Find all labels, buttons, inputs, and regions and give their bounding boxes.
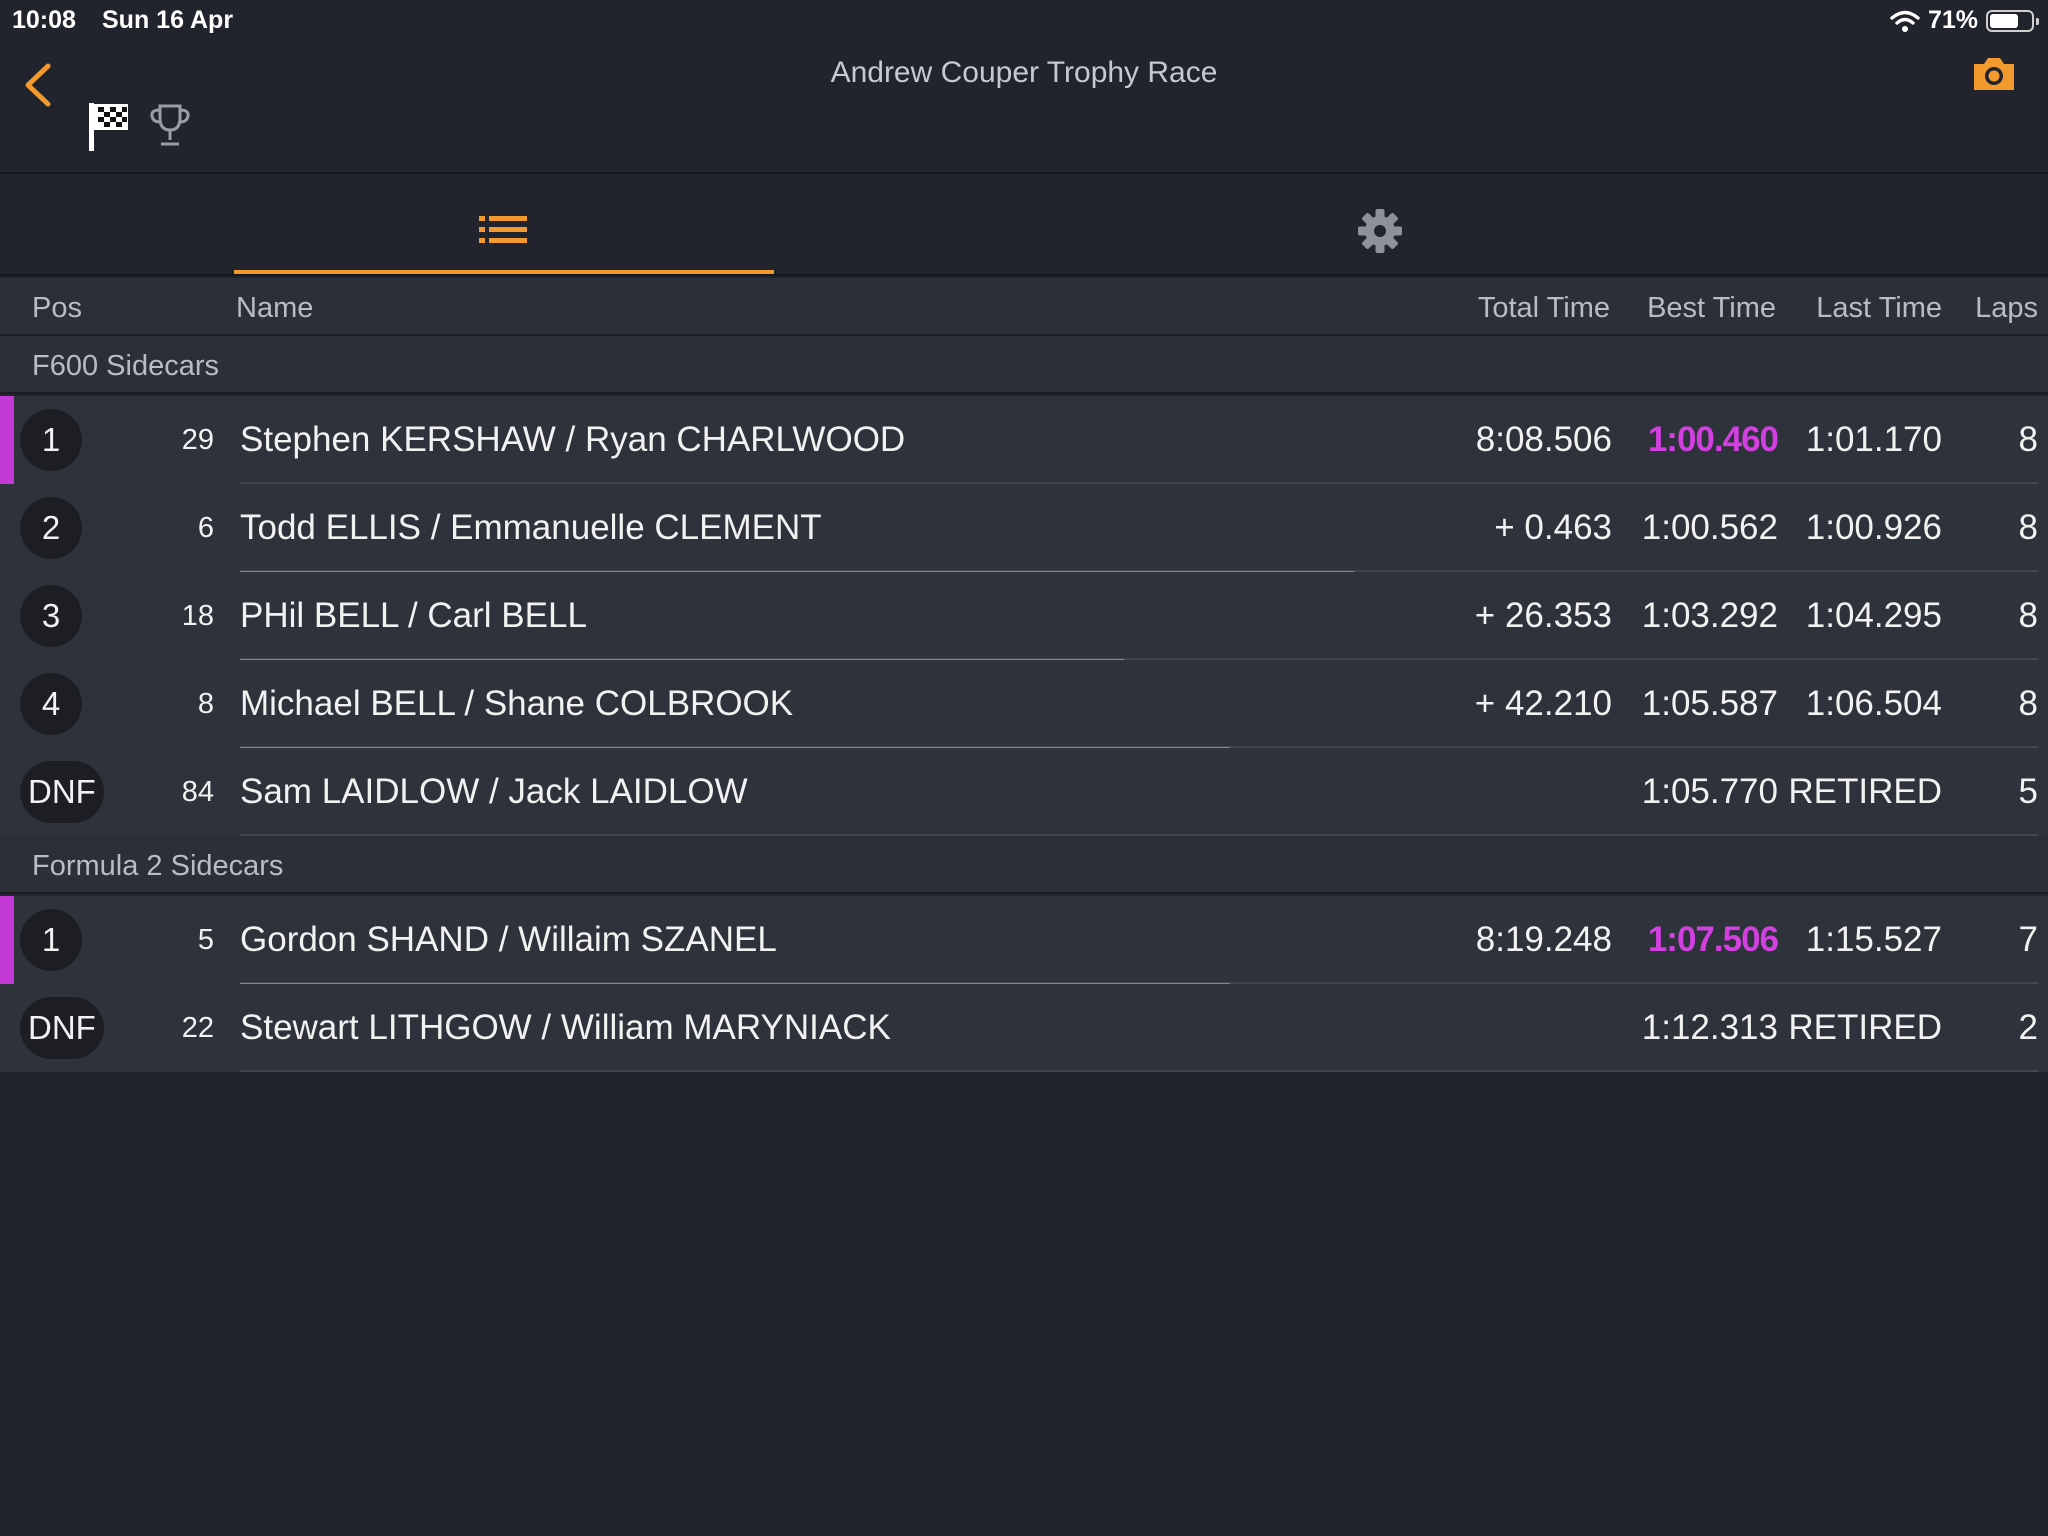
list-icon: [479, 216, 527, 243]
result-row[interactable]: 3 18 PHil BELL / Carl BELL + 26.353 1:03.292…: [0, 572, 2048, 661]
status-bar: 10:08 Sun 16 Apr 71%: [0, 0, 2048, 40]
competitor-number: 6: [197, 512, 214, 544]
competitor-number: 84: [181, 776, 214, 808]
status-date: Sun 16 Apr: [102, 6, 234, 34]
total-time: + 42.210: [1474, 684, 1612, 723]
tab-settings[interactable]: [1110, 176, 1650, 274]
battery-icon: [1986, 9, 2039, 32]
total-time: 8:19.248: [1475, 920, 1612, 959]
competitor-name: Stephen KERSHAW / Ryan CHARLWOOD: [240, 420, 906, 459]
checkered-flag-icon[interactable]: [86, 100, 132, 152]
tab-bar: [0, 176, 2048, 276]
last-time: 1:06.504: [1805, 684, 1942, 723]
laps-count: 8: [2018, 508, 2038, 547]
leader-indicator: [0, 896, 14, 984]
tab-list[interactable]: [234, 176, 774, 274]
result-row[interactable]: DNF 22 Stewart LITHGOW / William MARYNIACK…: [0, 984, 2048, 1072]
group-header: F600 Sidecars: [0, 336, 2048, 394]
competitor-number: 22: [181, 1012, 214, 1044]
group-title: F600 Sidecars: [32, 350, 219, 382]
result-row[interactable]: 2 6 Todd ELLIS / Emmanuelle CLEMENT + 0.463…: [0, 484, 2048, 573]
competitor-number: 8: [197, 688, 214, 720]
last-time: 1:04.295: [1805, 596, 1942, 635]
page-title: Andrew Couper Trophy Race: [830, 56, 1218, 89]
gear-icon: [1358, 209, 1402, 253]
competitor-name: Sam LAIDLOW / Jack LAIDLOW: [240, 772, 748, 811]
laps-count: 8: [2018, 684, 2038, 723]
position-badge: 1: [20, 909, 82, 971]
competitor-number: 5: [197, 924, 214, 956]
position-badge: DNF: [20, 997, 104, 1059]
last-time: RETIRED: [1788, 1008, 1942, 1047]
best-time: 1:12.313: [1641, 1008, 1778, 1047]
col-laps: Laps: [1975, 292, 2038, 324]
total-time: + 26.353: [1474, 596, 1612, 635]
laps-count: 8: [2018, 596, 2038, 635]
competitor-name: Michael BELL / Shane COLBROOK: [240, 684, 794, 723]
trophy-icon[interactable]: [148, 102, 192, 150]
last-time: 1:00.926: [1805, 508, 1942, 547]
row-divider: [240, 1070, 2038, 1072]
competitor-number: 29: [181, 424, 214, 456]
best-time: 1:05.770: [1641, 772, 1778, 811]
best-time: 1:00.460: [1647, 420, 1779, 459]
best-time: 1:03.292: [1641, 596, 1778, 635]
best-time: 1:05.587: [1641, 684, 1778, 723]
best-time: 1:00.562: [1641, 508, 1778, 547]
position-badge: 4: [20, 673, 82, 735]
laps-count: 5: [2018, 772, 2038, 811]
position-badge: 1: [20, 409, 82, 471]
result-row[interactable]: 1 5 Gordon SHAND / Willaim SZANEL 8:19.248 1…: [0, 896, 2048, 985]
competitor-name: PHil BELL / Carl BELL: [240, 596, 587, 635]
battery-level: [1990, 13, 2019, 28]
laps-count: 8: [2018, 420, 2038, 459]
battery-percent: 71%: [1927, 6, 1978, 34]
laps-count: 7: [2018, 920, 2038, 959]
leader-indicator: [0, 396, 14, 484]
last-time: RETIRED: [1788, 772, 1942, 811]
col-pos: Pos: [32, 292, 82, 324]
column-header: Pos Name Total Time Best Time Last Time …: [0, 278, 2048, 336]
position-badge: 2: [20, 497, 82, 559]
total-time: + 0.463: [1494, 508, 1612, 547]
col-best-time: Best Time: [1647, 292, 1776, 324]
header: Andrew Couper Trophy Race: [0, 40, 2048, 174]
result-row[interactable]: DNF 84 Sam LAIDLOW / Jack LAIDLOW 1:05.770 R…: [0, 748, 2048, 836]
competitor-name: Todd ELLIS / Emmanuelle CLEMENT: [240, 508, 822, 547]
result-row[interactable]: 4 8 Michael BELL / Shane COLBROOK + 42.210 1…: [0, 660, 2048, 749]
status-indicators: 71%: [1890, 6, 2039, 35]
col-total-time: Total Time: [1477, 292, 1610, 324]
competitor-number: 18: [181, 600, 214, 632]
laps-count: 2: [2018, 1008, 2038, 1047]
group-header: Formula 2 Sidecars: [0, 836, 2048, 894]
position-badge: DNF: [20, 761, 104, 823]
result-row[interactable]: 1 29 Stephen KERSHAW / Ryan CHARLWOOD 8:08.…: [0, 396, 2048, 484]
total-time: 8:08.506: [1475, 420, 1612, 459]
competitor-name: Gordon SHAND / Willaim SZANEL: [240, 920, 777, 959]
wifi-icon: [1890, 10, 1920, 32]
best-time: 1:07.506: [1647, 920, 1779, 959]
col-name: Name: [236, 292, 314, 324]
group-title: Formula 2 Sidecars: [32, 850, 284, 882]
position-badge: 3: [20, 585, 82, 647]
last-time: 1:01.170: [1805, 420, 1942, 459]
last-time: 1:15.527: [1805, 920, 1942, 959]
camera-icon[interactable]: [1970, 54, 2018, 94]
status-time: 10:08: [12, 6, 76, 34]
col-last-time: Last Time: [1816, 292, 1942, 324]
competitor-name: Stewart LITHGOW / William MARYNIACK: [240, 1008, 891, 1047]
